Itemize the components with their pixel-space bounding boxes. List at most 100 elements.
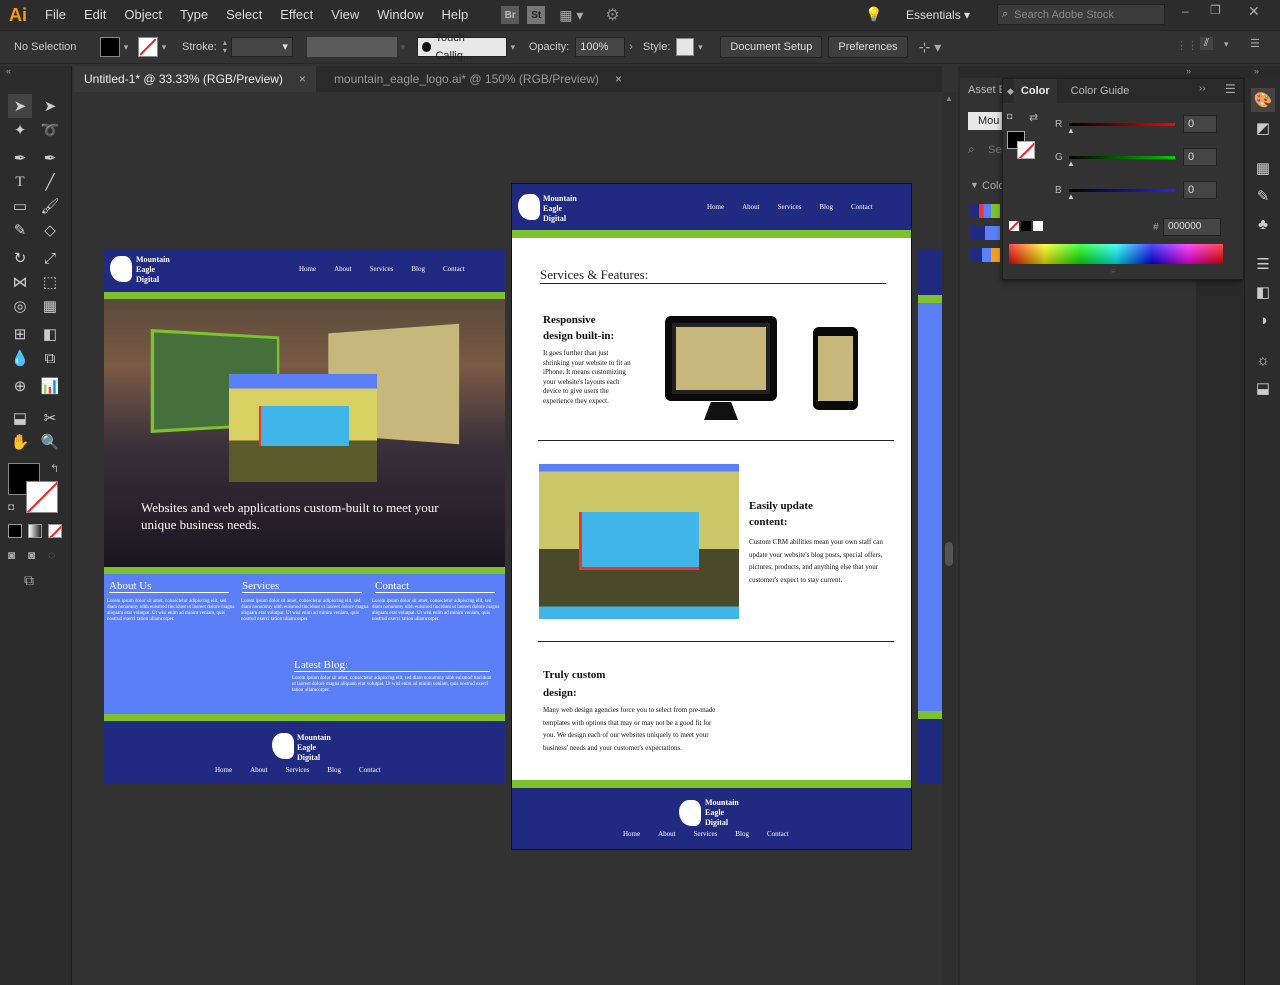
collapse-icon[interactable]: «	[6, 66, 11, 76]
r-slider[interactable]	[1069, 123, 1175, 126]
lightbulb-icon[interactable]: 💡	[865, 6, 882, 23]
stroke-weight-field[interactable]: ▾	[230, 37, 293, 57]
menu-select[interactable]: Select	[217, 0, 271, 30]
arrange-documents-icon[interactable]: ▦ ▾	[559, 7, 583, 24]
resize-grip-icon[interactable]: ≡	[1111, 267, 1116, 276]
rotate-tool-icon[interactable]: ↻	[8, 246, 32, 270]
draw-normal-icon[interactable]: ◙	[8, 548, 15, 562]
chevron-down-icon[interactable]: ▾	[120, 42, 132, 53]
scroll-thumb[interactable]	[945, 542, 953, 566]
b-slider-thumb[interactable]: ▲	[1067, 192, 1075, 201]
chevron-right-icon[interactable]: ›	[629, 41, 633, 53]
eyedropper-icon[interactable]: 💧	[8, 346, 32, 370]
hand-tool-icon[interactable]: ✋	[8, 430, 32, 454]
asset-search-field[interactable]: Se	[988, 144, 1001, 156]
chevron-down-icon[interactable]: ▾	[507, 42, 519, 53]
close-icon[interactable]: ×	[299, 66, 306, 92]
r-value-field[interactable]: 0	[1183, 115, 1217, 133]
swap-icon[interactable]: ⇄	[1029, 111, 1038, 124]
b-value-field[interactable]: 0	[1183, 181, 1217, 199]
hex-field[interactable]: 000000	[1163, 218, 1221, 236]
asset-name-field[interactable]: Mou	[968, 112, 1004, 130]
gpu-performance-icon[interactable]: ⚙	[605, 5, 619, 25]
artboard-tool-icon[interactable]: ⬓	[8, 406, 32, 430]
stroke-mini-swatch[interactable]	[1017, 141, 1035, 159]
color-guide-icon[interactable]: ◩	[1251, 116, 1275, 140]
curvature-tool-icon[interactable]: ✒	[38, 146, 62, 170]
chevron-down-icon[interactable]: ▾	[158, 42, 170, 53]
mesh-tool-icon[interactable]: ⊞	[8, 322, 32, 346]
vertical-scrollbar[interactable]: ▲	[942, 92, 956, 985]
default-fill-icon[interactable]: ◘	[1007, 111, 1012, 121]
menu-type[interactable]: Type	[171, 0, 217, 30]
stock-button[interactable]: St	[527, 6, 546, 24]
default-colors-icon[interactable]: ◘	[8, 502, 14, 513]
draw-inside-icon[interactable]: ◌	[48, 548, 55, 562]
g-slider[interactable]	[1069, 156, 1175, 159]
search-stock[interactable]: ⌕ Search Adobe Stock	[997, 4, 1165, 25]
brush-definition[interactable]: Touch Callig...	[416, 32, 507, 62]
align-icon[interactable]: ⋮⋮	[1176, 39, 1198, 52]
zoom-tool-icon[interactable]: 🔍	[38, 430, 62, 454]
menu-help[interactable]: Help	[432, 0, 477, 30]
magic-wand-icon[interactable]: ✦	[8, 118, 32, 142]
pen-tool-icon[interactable]: ✒	[8, 146, 32, 170]
panel-expand-icon[interactable]: ››	[1199, 83, 1206, 94]
tab-color[interactable]: Color	[1013, 79, 1057, 103]
gradient-panel-icon[interactable]: ◧	[1251, 280, 1275, 304]
white-swatch[interactable]	[1033, 221, 1043, 231]
symbols-icon[interactable]: ♣	[1251, 212, 1275, 236]
stroke-panel-icon[interactable]: ☰	[1251, 252, 1275, 276]
collapse-panels-icon[interactable]: »	[1254, 66, 1259, 76]
expand-triangle-icon[interactable]: ▼	[970, 180, 979, 190]
type-tool-icon[interactable]: T	[8, 170, 32, 194]
menu-window[interactable]: Window	[368, 0, 432, 30]
blend-tool-icon[interactable]: ⧉	[38, 346, 62, 370]
r-slider-thumb[interactable]: ▲	[1067, 126, 1075, 135]
preferences-button[interactable]: Preferences	[828, 36, 908, 58]
g-value-field[interactable]: 0	[1183, 148, 1217, 166]
menu-edit[interactable]: Edit	[75, 0, 115, 30]
style-swatch[interactable]	[676, 38, 695, 56]
close-window-button[interactable]: ✕	[1248, 3, 1260, 20]
brushes-icon[interactable]: ✎	[1251, 184, 1275, 208]
tab-untitled[interactable]: Untitled-1* @ 33.33% (RGB/Preview) ×	[74, 66, 316, 92]
color-mode-button[interactable]	[8, 524, 22, 538]
swatches-icon[interactable]: ▦	[1251, 156, 1275, 180]
collapse-arrows-icon[interactable]: ◆	[1007, 86, 1014, 97]
asset-thumb[interactable]	[970, 226, 1000, 240]
collapse-panels-icon[interactable]: »	[1186, 66, 1191, 76]
fill-swatch[interactable]	[100, 37, 120, 57]
gradient-tool-icon[interactable]: ◧	[38, 322, 62, 346]
artboard-home[interactable]: Mountain Eagle Digital Home About Servic…	[104, 249, 505, 784]
slice-tool-icon[interactable]: ✂	[38, 406, 62, 430]
restore-button[interactable]: ❐	[1210, 3, 1221, 17]
color-spectrum[interactable]	[1009, 244, 1223, 264]
tab-mountain-eagle-logo[interactable]: mountain_eagle_logo.ai* @ 150% (RGB/Prev…	[324, 66, 632, 92]
draw-behind-icon[interactable]: ◙	[28, 548, 35, 562]
close-icon[interactable]: ×	[615, 66, 622, 92]
width-tool-icon[interactable]: ⋈	[8, 270, 32, 294]
lasso-icon[interactable]: ➰	[38, 118, 62, 142]
chevron-down-icon[interactable]: ▾	[694, 42, 706, 53]
stroke-stepper[interactable]: ▴ ▾	[223, 39, 227, 55]
minimize-button[interactable]: –	[1182, 4, 1189, 18]
shaper-tool-icon[interactable]: ✎	[8, 218, 32, 242]
symbol-sprayer-icon[interactable]: ⊕	[8, 374, 32, 398]
menu-object[interactable]: Object	[115, 0, 171, 30]
eraser-icon[interactable]: ◇	[38, 218, 62, 242]
stroke-color-box[interactable]	[26, 481, 58, 513]
panel-options-icon[interactable]: ⫽	[1200, 37, 1213, 50]
asset-thumb[interactable]	[970, 204, 1000, 218]
g-slider-thumb[interactable]: ▲	[1067, 159, 1075, 168]
bridge-button[interactable]: Br	[501, 6, 520, 24]
tab-color-guide[interactable]: Color Guide	[1063, 79, 1138, 103]
none-mode-button[interactable]	[48, 524, 62, 538]
rectangle-tool-icon[interactable]: ▭	[8, 194, 32, 218]
transparency-icon[interactable]: ◑	[1251, 308, 1275, 332]
scale-tool-icon[interactable]: ⤢	[38, 246, 62, 270]
artboard-services[interactable]: Mountain Eagle Digital Home About Servic…	[511, 183, 912, 850]
graphic-styles-icon[interactable]: ⬓	[1251, 376, 1275, 400]
direct-selection-tool-icon[interactable]: ➤	[38, 94, 62, 118]
color-panel-icon[interactable]: 🎨	[1251, 88, 1275, 112]
